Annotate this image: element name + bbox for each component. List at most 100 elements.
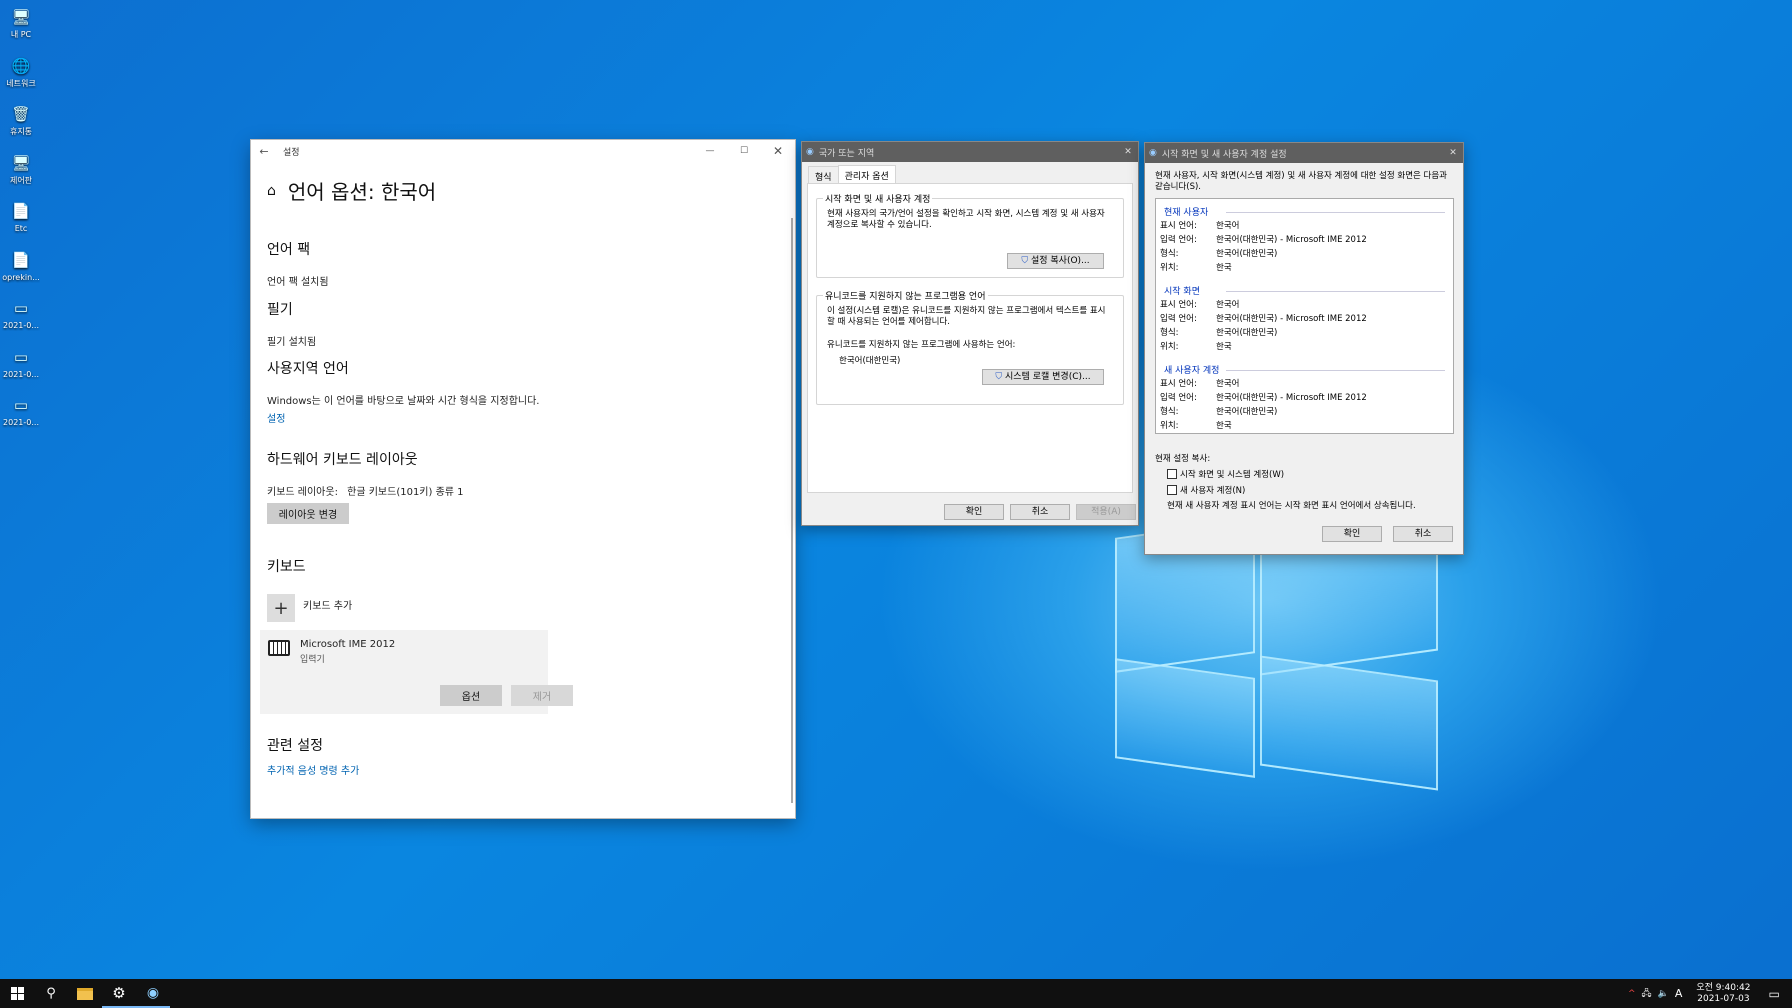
regional-settings-link[interactable]: 설정 (267, 410, 285, 425)
welcome-group-description: 현재 사용자의 국가/언어 설정을 확인하고 시작 화면, 시스템 계정 및 새… (827, 209, 1105, 230)
summary-value: 한국어(대한민국) (1216, 249, 1278, 259)
network-icon[interactable]: 🖧 (1642, 986, 1652, 1002)
add-keyboard-button[interactable]: + (267, 594, 295, 622)
desktop-icon[interactable]: 🌐 네트워크 (2, 55, 40, 89)
summary-section-heading: 시작 화면 (1164, 287, 1200, 297)
file-explorer-button[interactable] (68, 979, 102, 1008)
summary-value: 한국어 (1216, 379, 1240, 389)
ime-name: Microsoft IME 2012 (300, 639, 396, 650)
region-cancel-button[interactable]: 취소 (1010, 504, 1070, 520)
new-user-checkbox[interactable] (1167, 485, 1177, 495)
home-icon[interactable]: ⌂ (267, 183, 276, 199)
add-keyboard-label[interactable]: 키보드 추가 (303, 597, 352, 612)
summary-value: 한국어(대한민국) - Microsoft IME 2012 (1216, 235, 1367, 245)
welcome-screen-checkbox[interactable] (1167, 469, 1177, 479)
desktop-icon-label: Etc (14, 224, 28, 233)
settings-window: ← 설정 — ☐ ✕ ⌂ 언어 옵션: 한국어 언어 팩 언어 팩 설치됨 필기… (251, 140, 795, 818)
control-panel-icon: 🖥 (11, 153, 31, 172)
desktop-icon[interactable]: ▭ 2021-0... (2, 346, 40, 380)
copy-settings-button[interactable]: ⛉ 설정 복사(O)... (1007, 253, 1104, 269)
taskbar: ⚲ ⚙ ◉ ^ 🖧 🔈 A 오전 9:40:42 2021-07-03 ▭ (0, 979, 1792, 1008)
wallpaper-logo (1260, 655, 1438, 791)
ime-list-item[interactable]: Microsoft IME 2012 입력기 옵션 제거 (260, 630, 573, 714)
close-icon[interactable]: ✕ (1118, 147, 1138, 157)
copy-settings-label: 설정 복사(O)... (1030, 256, 1090, 266)
computer-icon: 🖥 (11, 8, 31, 26)
search-button[interactable]: ⚲ (34, 979, 68, 1008)
welcome-screen-checkbox-label[interactable]: 시작 화면 및 시스템 계정(W) (1180, 468, 1284, 480)
desktop-icon[interactable]: 🖥 제어판 (2, 152, 40, 186)
summary-value: 한국 (1216, 342, 1232, 352)
summary-key: 입력 언어: (1160, 314, 1197, 324)
maximize-icon[interactable]: ☐ (727, 146, 761, 156)
hardware-keyboard-heading: 하드웨어 키보드 레이아웃 (267, 452, 418, 468)
summary-key: 표시 언어: (1160, 379, 1197, 389)
notification-icon[interactable]: ▭ (1768, 987, 1779, 1001)
welcome-ok-button[interactable]: 확인 (1322, 526, 1382, 542)
summary-key: 위치: (1160, 263, 1179, 273)
settings-taskbar-button[interactable]: ⚙ (102, 979, 136, 1008)
settings-summary-list[interactable]: 현재 사용자 표시 언어: 한국어 입력 언어: 한국어(대한민국) - Microso… (1155, 198, 1454, 434)
keyboard-icon (268, 640, 290, 656)
summary-key: 형식: (1160, 249, 1179, 259)
wallpaper-logo (1115, 658, 1255, 778)
clock-time: 오전 9:40:42 (1696, 982, 1751, 993)
close-icon[interactable]: ✕ (761, 144, 795, 158)
desktop-icon-label: 내 PC (10, 30, 32, 39)
ime-remove-button[interactable]: 제거 (511, 685, 573, 706)
language-pack-heading: 언어 팩 (267, 242, 311, 258)
desktop-icon[interactable]: 📄 oprekin... (2, 249, 40, 283)
folder-icon (77, 987, 93, 1000)
summary-value: 한국어(대한민국) (1216, 407, 1278, 417)
desktop-icon[interactable]: 🗑 휴지통 (2, 103, 40, 137)
desktop-icon[interactable]: 📄 Etc (2, 200, 40, 234)
summary-value: 한국어 (1216, 300, 1240, 310)
desktop-icon-label: 휴지통 (9, 127, 33, 136)
related-settings-heading: 관련 설정 (267, 738, 323, 754)
region-dialog: ◉ 국가 또는 지역 ✕ 형식 관리자 옵션 시작 화면 및 새 사용자 계정 현… (801, 141, 1139, 526)
summary-value: 한국 (1216, 263, 1232, 273)
region-apply-button[interactable]: 적용(A) (1076, 504, 1136, 520)
change-layout-button[interactable]: 레이아웃 변경 (267, 503, 349, 524)
summary-key: 위치: (1160, 342, 1179, 352)
desktop-icon-label: 네트워크 (6, 78, 36, 88)
change-system-locale-button[interactable]: ⛉ 시스템 로캘 변경(C)... (982, 369, 1104, 385)
chevron-up-icon[interactable]: ^ (1628, 989, 1636, 999)
desktop-icon-label: 2021-0... (3, 418, 39, 427)
window-title: 설정 (283, 147, 300, 158)
volume-icon[interactable]: 🔈 (1658, 989, 1669, 999)
region-dialog-titlebar: ◉ 국가 또는 지역 ✕ (802, 142, 1138, 162)
section-divider (1226, 212, 1445, 213)
start-button[interactable] (0, 979, 34, 1008)
minimize-icon[interactable]: — (693, 146, 727, 156)
shortcut-icon: 📄 (11, 250, 31, 269)
back-arrow-icon[interactable]: ← (251, 145, 277, 158)
ime-options-button[interactable]: 옵션 (440, 685, 502, 706)
globe-icon: ◉ (146, 984, 160, 1001)
region-taskbar-button[interactable]: ◉ (136, 979, 170, 1008)
welcome-cancel-button[interactable]: 취소 (1393, 526, 1453, 542)
close-icon[interactable]: ✕ (1443, 148, 1463, 158)
desktop-icon[interactable]: 🖥 내 PC (2, 6, 40, 40)
summary-key: 표시 언어: (1160, 300, 1197, 310)
region-ok-button[interactable]: 확인 (944, 504, 1004, 520)
keyboard-layout-row: 키보드 레이아웃: 한글 키보드(101키) 종류 1 (267, 483, 464, 498)
new-user-checkbox-label[interactable]: 새 사용자 계정(N) (1180, 484, 1245, 496)
keyboard-layout-value: 한글 키보드(101키) 종류 1 (347, 487, 464, 498)
language-pack-status: 언어 팩 설치됨 (267, 277, 329, 288)
search-icon: ⚲ (46, 986, 56, 1001)
inherit-note: 현재 새 사용자 계정 표시 언어는 시작 화면 표시 언어에서 상속됩니다. (1167, 501, 1416, 511)
desktop-icon[interactable]: ▭ 2021-0... (2, 394, 40, 428)
section-divider (1226, 370, 1445, 371)
shield-icon: ⛉ (995, 372, 1003, 382)
ime-indicator[interactable]: A (1675, 987, 1683, 1000)
keyboard-layout-label: 키보드 레이아웃: (267, 487, 338, 498)
summary-value: 한국어(대한민국) - Microsoft IME 2012 (1216, 314, 1367, 324)
plus-icon: + (273, 597, 289, 619)
clock[interactable]: 오전 9:40:42 2021-07-03 (1696, 983, 1750, 1005)
screenshot-icon: ▭ (13, 299, 29, 317)
desktop-icon[interactable]: ▭ 2021-0... (2, 297, 40, 331)
scrollbar[interactable] (791, 218, 793, 803)
summary-value: 한국어(대한민국) (1216, 328, 1278, 338)
voice-command-link[interactable]: 추가적 음성 명령 추가 (267, 762, 359, 777)
